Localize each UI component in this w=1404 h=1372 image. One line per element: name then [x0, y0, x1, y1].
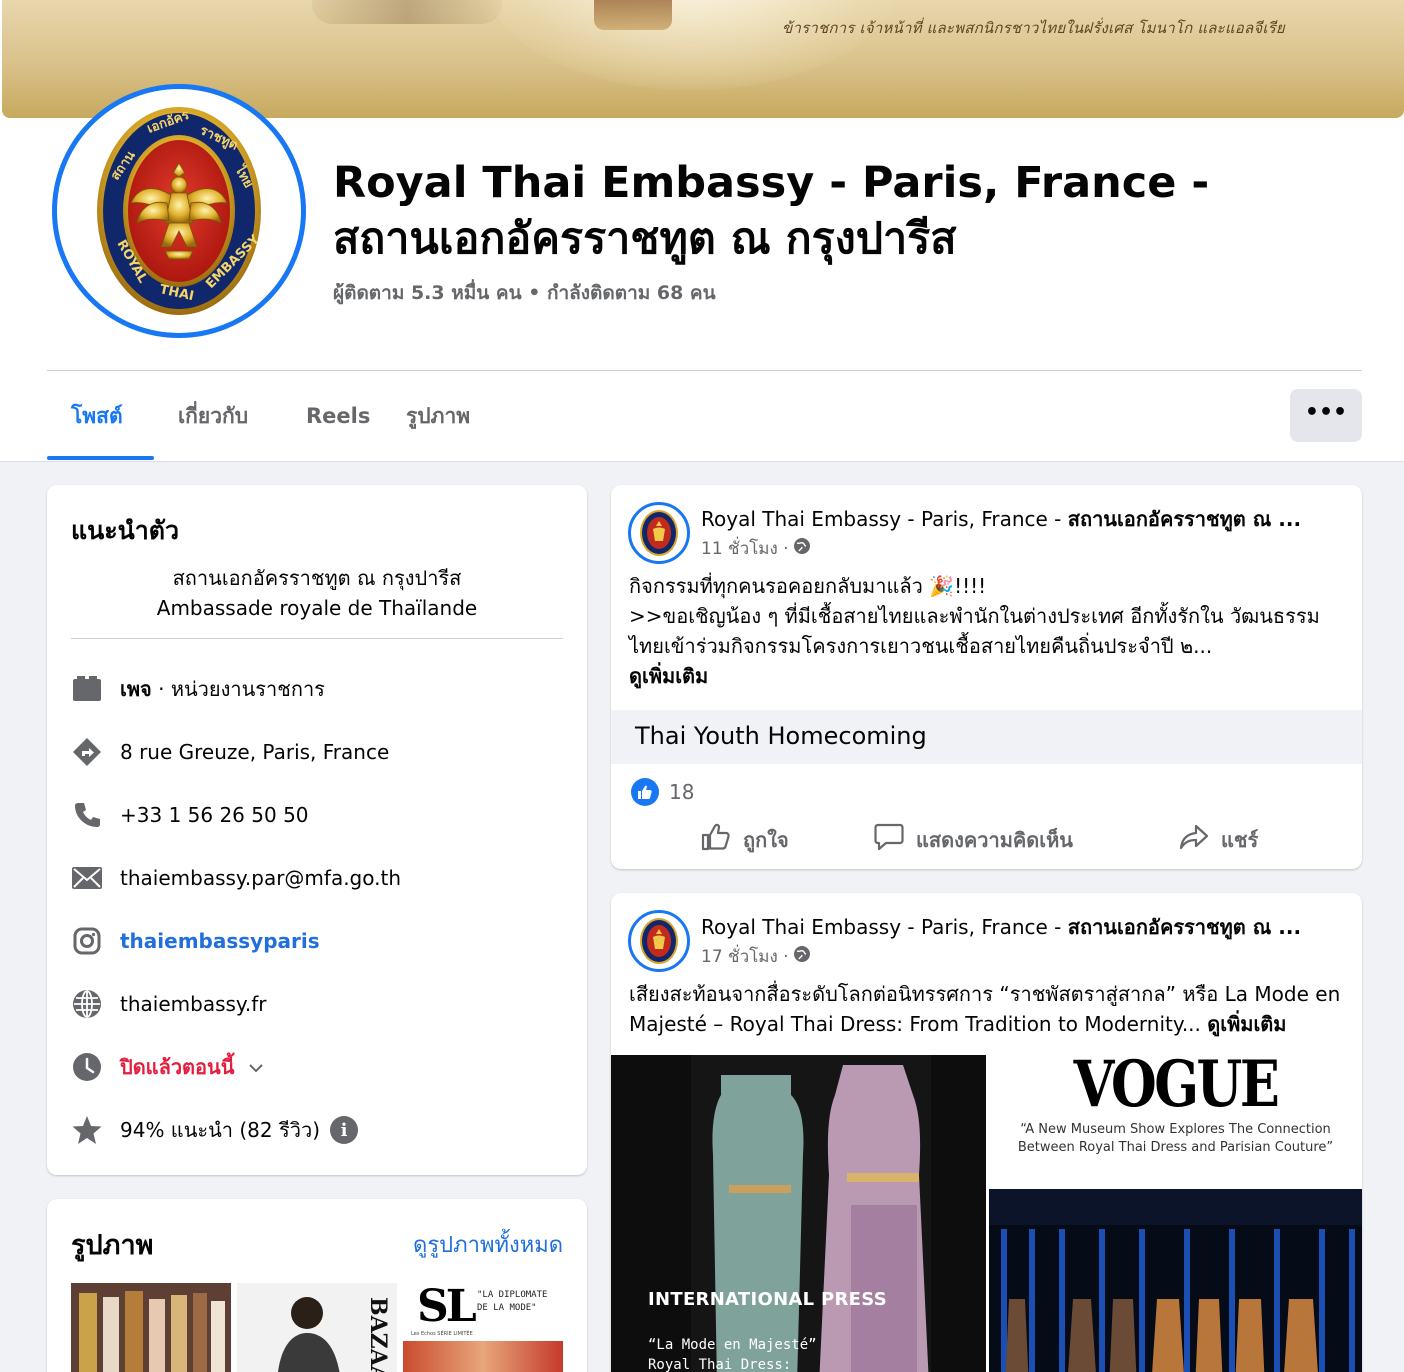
see-more-link[interactable]: ดูเพิ่มเติม [629, 661, 1345, 691]
intro-bio: สถานเอกอัครราชทูต ณ กรุงปารีส Ambassade … [71, 563, 563, 623]
tab-reels[interactable]: Reels [306, 392, 370, 440]
post-timestamp[interactable]: 11 ชั่วโมง · [701, 535, 789, 562]
website-text: thaiembassy.fr [120, 992, 267, 1016]
sl-image-strip [403, 1341, 563, 1372]
garuda-emblem-icon [640, 510, 678, 556]
sl-quote: "LA DIPLOMATE DE LA MODE" [477, 1290, 548, 1313]
post-author-name[interactable]: Royal Thai Embassy - Paris, France - สถา… [701, 503, 1341, 535]
clock-icon [71, 1051, 103, 1083]
like-button[interactable]: ถูกใจ [701, 823, 789, 856]
like-count: 18 [669, 780, 695, 804]
active-tab-indicator [47, 456, 154, 460]
envelope-icon [71, 862, 103, 894]
post-author-avatar[interactable] [628, 910, 690, 972]
phone-icon [71, 799, 103, 831]
thumbs-up-icon [701, 823, 731, 856]
cover-caption: ข้าราชการ เจ้าหน้าที่ และพสกนิกรชาวไทยใน… [782, 19, 1285, 37]
instagram-icon [71, 925, 103, 957]
cover-art-center [594, 0, 672, 30]
garuda-emblem-icon [640, 918, 678, 964]
info-row-website[interactable]: thaiembassy.fr [71, 988, 563, 1020]
post-image-international-press[interactable]: INTERNATIONAL PRESS “La Mode en Majesté”… [611, 1055, 986, 1372]
flag-icon [71, 673, 103, 705]
instagram-link[interactable]: thaiembassyparis [120, 929, 320, 953]
sl-small: Les Echos SÉRIE LIMITÉE [411, 1331, 473, 1337]
sl-logo: SL [417, 1283, 477, 1332]
post-image-vogue[interactable]: VOGUE “A New Museum Show Explores The Co… [989, 1055, 1362, 1187]
page-title: Royal Thai Embassy - Paris, France - สถา… [333, 158, 1210, 264]
hours-status: ปิดแล้วตอนนี้ [120, 1055, 235, 1079]
post-meta: 17 ชั่วโมง · [701, 943, 811, 970]
see-all-photos-link[interactable]: ดูรูปภาพทั้งหมด [413, 1227, 563, 1262]
info-row-category: เพจ · หน่วยงานราชการ [71, 673, 563, 705]
profile-avatar[interactable]: สถาน เอกอัคร ราชทูต ไทย ROYAL THAI EMBAS… [52, 84, 306, 338]
share-button[interactable]: แชร์ [1179, 823, 1258, 856]
post-timestamp[interactable]: 17 ชั่วโมง · [701, 943, 789, 970]
portrait-image: BAZAAR [237, 1283, 397, 1372]
chevron-down-icon[interactable] [248, 1058, 264, 1077]
page-label: เพจ [120, 677, 152, 701]
tab-about[interactable]: เกี่ยวกับ [178, 392, 248, 440]
cover-art-left [312, 0, 502, 24]
directions-icon [71, 736, 103, 768]
post-card-1: Royal Thai Embassy - Paris, France - สถา… [611, 485, 1362, 869]
photos-card: รูปภาพ ดูรูปภาพทั้งหมด BAZAAR SL "LA DIP… [47, 1199, 587, 1372]
follower-stats[interactable]: ผู้ติดตาม 5.3 หมื่น คน • กำลังติดตาม 68 … [333, 278, 716, 308]
post-image-exhibition[interactable] [989, 1189, 1362, 1372]
link-preview-title: Thai Youth Homecoming [635, 722, 927, 750]
more-options-button[interactable]: ••• [1290, 389, 1362, 442]
email-text: thaiembassy.par@mfa.go.th [120, 866, 402, 890]
globe-icon [793, 537, 811, 560]
globe-icon [793, 945, 811, 968]
post-text: กิจกรรมที่ทุกคนรอคอยกลับมาแล้ว 🎉!!!! >>ข… [629, 571, 1345, 691]
international-press-heading: INTERNATIONAL PRESS [648, 1289, 887, 1310]
intro-card: แนะนำตัว สถานเอกอัครราชทูต ณ กรุงปารีส A… [47, 485, 587, 1175]
vogue-logo: VOGUE [1073, 1055, 1280, 1122]
dress-display-image [71, 1283, 231, 1372]
intro-divider [71, 638, 563, 639]
photo-thumbnail-3[interactable]: SL "LA DIPLOMATE DE LA MODE" Les Echos S… [403, 1283, 563, 1372]
address-text: 8 rue Greuze, Paris, France [120, 740, 390, 764]
tab-posts[interactable]: โพสต์ [71, 392, 123, 440]
bazaar-text: BAZAAR [365, 1297, 391, 1372]
garuda-emblem-icon: สถาน เอกอัคร ราชทูต ไทย ROYAL THAI EMBAS… [97, 107, 263, 315]
post-author-name[interactable]: Royal Thai Embassy - Paris, France - สถา… [701, 911, 1341, 943]
link-preview[interactable]: Thai Youth Homecoming [611, 710, 1362, 764]
photo-thumbnail-2[interactable]: BAZAAR [237, 1283, 397, 1372]
star-icon [71, 1114, 103, 1146]
info-row-email[interactable]: thaiembassy.par@mfa.go.th [71, 862, 563, 894]
exhibition-hall-image [989, 1189, 1362, 1372]
like-reaction-icon [631, 778, 659, 806]
post-text: เสียงสะท้อนจากสื่อระดับโลกต่อนิทรรศการ “… [629, 982, 1341, 1036]
comment-icon [874, 823, 904, 856]
mannequin-display-image [611, 1055, 986, 1372]
vogue-quote: “A New Museum Show Explores The Connecti… [1017, 1122, 1334, 1155]
phone-text: +33 1 56 26 50 50 [120, 803, 309, 827]
intro-title: แนะนำตัว [71, 516, 180, 545]
post-meta: 11 ชั่วโมง · [701, 535, 811, 562]
bio-line-2: Ambassade royale de Thaïlande [156, 596, 478, 620]
photo-thumbnail-1[interactable] [71, 1283, 231, 1372]
info-icon[interactable]: i [330, 1116, 358, 1144]
comment-button[interactable]: แสดงความคิดเห็น [874, 823, 1073, 856]
info-row-phone[interactable]: +33 1 56 26 50 50 [71, 799, 563, 831]
bio-line-1: สถานเอกอัครราชทูต ณ กรุงปารีส [172, 566, 462, 590]
globe-icon [71, 988, 103, 1020]
reaction-summary[interactable]: 18 [631, 778, 694, 806]
post-author-avatar[interactable] [628, 502, 690, 564]
international-press-subtitle: “La Mode en Majesté” Royal Thai Dress: [648, 1337, 817, 1372]
info-row-instagram[interactable]: thaiembassyparis [71, 925, 563, 957]
see-more-link[interactable]: ดูเพิ่มเติม [1207, 1012, 1286, 1036]
tabs-divider [47, 370, 1362, 371]
photos-title: รูปภาพ [71, 1230, 154, 1261]
page-category: · หน่วยงานราชการ [151, 677, 325, 701]
info-row-address[interactable]: 8 rue Greuze, Paris, France [71, 736, 563, 768]
info-row-hours[interactable]: ปิดแล้วตอนนี้ [71, 1051, 563, 1083]
embassy-logo: สถาน เอกอัคร ราชทูต ไทย ROYAL THAI EMBAS… [67, 99, 291, 323]
tab-photos[interactable]: รูปภาพ [406, 392, 470, 440]
share-icon [1179, 823, 1209, 856]
info-row-rating[interactable]: 94% แนะนำ (82 รีวิว) i [71, 1114, 563, 1146]
rating-text: 94% แนะนำ (82 รีวิว) [120, 1118, 320, 1142]
post-card-2: Royal Thai Embassy - Paris, France - สถา… [611, 893, 1362, 1372]
